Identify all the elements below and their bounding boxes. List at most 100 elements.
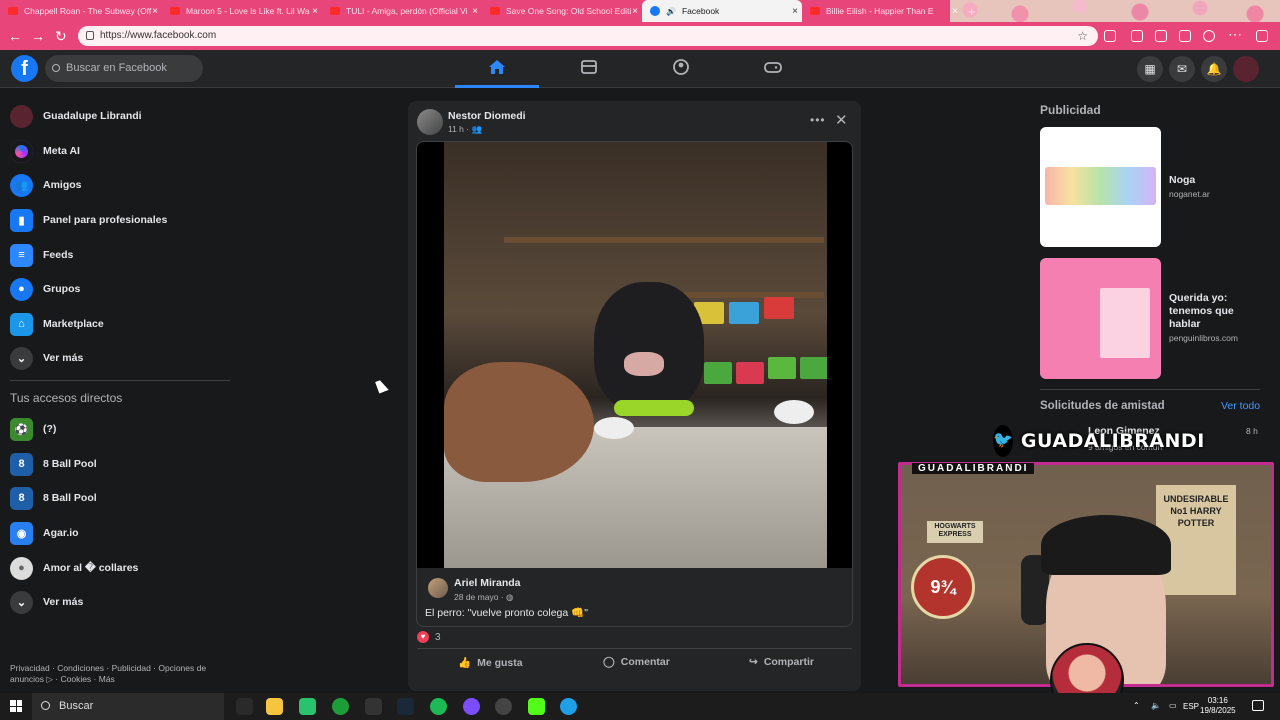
- ad-image-book[interactable]: [1040, 258, 1161, 379]
- close-tab-icon[interactable]: ×: [312, 6, 318, 17]
- shortcut-item[interactable]: ⚽ (?): [10, 415, 56, 443]
- see-all-link[interactable]: Ver todo: [1221, 400, 1260, 412]
- close-tab-icon[interactable]: ×: [472, 6, 478, 17]
- messenger-icon[interactable]: ✉: [1169, 56, 1195, 82]
- gaming-nav-icon[interactable]: [764, 59, 782, 75]
- steam-icon[interactable]: [397, 698, 414, 715]
- share-button[interactable]: ↪ Compartir: [749, 656, 814, 668]
- sidebar-item-professional-dashboard[interactable]: ▮ Panel para profesionales: [10, 206, 167, 234]
- epic-games-icon[interactable]: [365, 698, 382, 715]
- ad-title[interactable]: Querida yo: tenemos que hablar: [1169, 292, 1259, 331]
- bin: [800, 357, 827, 379]
- sidebar-item-profile[interactable]: Guadalupe Librandi: [10, 102, 142, 130]
- notification-center-icon[interactable]: [1252, 700, 1264, 711]
- profile-avatar-icon: [10, 104, 33, 128]
- language-indicator[interactable]: ESP: [1183, 702, 1199, 711]
- obs-icon[interactable]: [495, 698, 512, 715]
- facebook-logo[interactable]: f: [11, 55, 38, 82]
- task-view-icon[interactable]: [236, 698, 253, 715]
- browser-tab[interactable]: Chappell Roan - The Subway (Off ×: [0, 0, 162, 22]
- browser-tab[interactable]: Maroon 5 - Love is Like ft. Lil Wa ×: [162, 0, 322, 22]
- clock[interactable]: 03:16 19/8/2025: [1200, 696, 1236, 716]
- share-label: Compartir: [763, 656, 814, 668]
- home-icon[interactable]: [488, 59, 506, 75]
- back-icon[interactable]: ←: [8, 28, 22, 44]
- browser-tab-active[interactable]: 🔊 Facebook ×: [642, 0, 802, 22]
- sidebar-item-see-more[interactable]: ⌄ Ver más: [10, 344, 83, 372]
- new-tab-button[interactable]: +: [962, 0, 984, 22]
- clock-time: 03:16: [1207, 696, 1228, 705]
- favorites-icon[interactable]: [1155, 30, 1167, 42]
- ad-url[interactable]: penguinlibros.com: [1169, 333, 1238, 343]
- edge-icon[interactable]: [560, 698, 577, 715]
- marketplace-nav-icon[interactable]: [580, 59, 598, 75]
- address-bar[interactable]: https://www.facebook.com ☆: [78, 26, 1098, 46]
- account-avatar[interactable]: [1233, 56, 1259, 82]
- kick-icon[interactable]: [528, 698, 545, 715]
- network-icon[interactable]: ▭: [1169, 701, 1177, 710]
- groups-nav-icon[interactable]: [672, 59, 690, 75]
- post-video[interactable]: [417, 142, 852, 568]
- ad-image-keyboard[interactable]: [1040, 127, 1161, 247]
- sidebar-item-marketplace[interactable]: ⌂ Marketplace: [10, 310, 104, 338]
- windows-start-icon[interactable]: [10, 700, 22, 712]
- post-options-icon[interactable]: •••: [810, 113, 826, 127]
- reload-icon[interactable]: ↻: [55, 28, 67, 45]
- taskbar-search[interactable]: Buscar: [32, 693, 224, 720]
- shortcut-item[interactable]: ● Amor al � collares: [10, 554, 138, 582]
- sidebar-item-feeds[interactable]: ≡ Feeds: [10, 241, 73, 269]
- shortcut-item[interactable]: 8 8 Ball Pool: [10, 450, 97, 478]
- twitter-handle: GUADALIBRANDI: [1020, 430, 1205, 452]
- post-author-avatar[interactable]: [417, 109, 443, 135]
- xbox-icon[interactable]: [332, 698, 349, 715]
- shared-author-name[interactable]: Ariel Miranda: [454, 577, 521, 589]
- file-explorer-icon[interactable]: [266, 698, 283, 715]
- close-icon[interactable]: ✕: [835, 111, 848, 129]
- browser-tab[interactable]: Save One Song: Old School Editi ×: [482, 0, 642, 22]
- reactions-summary[interactable]: ♥ 3: [417, 631, 441, 643]
- volume-icon[interactable]: 🔈: [1151, 701, 1161, 710]
- star-icon[interactable]: ☆: [1077, 26, 1088, 46]
- copilot-icon[interactable]: [1131, 30, 1143, 42]
- bin: [704, 362, 732, 384]
- browser-tab[interactable]: Billie Eilish - Happier Than E ×: [802, 0, 962, 22]
- close-tab-icon[interactable]: ×: [632, 6, 638, 17]
- ad-url[interactable]: noganet.ar: [1169, 189, 1210, 199]
- close-tab-icon[interactable]: ×: [952, 6, 958, 17]
- shortcut-see-more[interactable]: ⌄ Ver más: [10, 588, 83, 616]
- discord-icon[interactable]: [463, 698, 480, 715]
- tab-title: Chappell Roan - The Subway (Off: [24, 6, 152, 16]
- shield-icon[interactable]: [1179, 30, 1191, 42]
- post-author-name[interactable]: Nestor Diomedi: [448, 110, 526, 122]
- notifications-icon[interactable]: 🔔: [1201, 56, 1227, 82]
- sidebar-toggle-icon[interactable]: [1256, 30, 1268, 42]
- profile-icon[interactable]: [1203, 30, 1215, 42]
- sidebar-item-meta-ai[interactable]: Meta AI: [10, 137, 80, 165]
- shared-post[interactable]: Ariel Miranda 28 de mayo · ◍ El perro: "…: [416, 141, 853, 627]
- like-button[interactable]: 👍 Me gusta: [458, 656, 523, 670]
- meta-ai-icon: [10, 139, 33, 163]
- spotify-icon[interactable]: [430, 698, 447, 715]
- shortcut-item[interactable]: ◉ Agar.io: [10, 519, 79, 547]
- menu-dots-icon[interactable]: ⋯: [1228, 26, 1242, 43]
- search-input[interactable]: Buscar en Facebook: [45, 55, 203, 82]
- twitter-overlay: 🐦 GUADALIBRANDI: [993, 425, 1204, 457]
- sidebar-item-groups[interactable]: ● Grupos: [10, 275, 80, 303]
- app-icon[interactable]: [299, 698, 316, 715]
- close-tab-icon[interactable]: ×: [152, 6, 158, 17]
- browser-tab[interactable]: TULI - Amiga, perdón (Official Vi ×: [322, 0, 482, 22]
- footer-links[interactable]: Privacidad · Condiciones · Publicidad · …: [10, 663, 220, 685]
- plus-icon: +: [968, 3, 976, 19]
- comment-button[interactable]: ◯ Comentar: [603, 656, 670, 668]
- close-tab-icon[interactable]: ×: [792, 6, 798, 17]
- chevron-up-icon[interactable]: ⌃: [1133, 701, 1140, 710]
- forward-icon[interactable]: →: [31, 28, 45, 44]
- sidebar-item-friends[interactable]: 👥 Amigos: [10, 171, 82, 199]
- ad-title[interactable]: Noga: [1169, 174, 1195, 187]
- menu-grid-icon[interactable]: ▦: [1137, 56, 1163, 82]
- shared-post-date[interactable]: 28 de mayo · ◍: [454, 592, 513, 603]
- post-timestamp[interactable]: 11 h · 👥: [448, 124, 482, 135]
- shortcut-item[interactable]: 8 8 Ball Pool: [10, 484, 97, 512]
- shared-author-avatar[interactable]: [428, 578, 448, 598]
- extensions-icon[interactable]: [1104, 30, 1116, 42]
